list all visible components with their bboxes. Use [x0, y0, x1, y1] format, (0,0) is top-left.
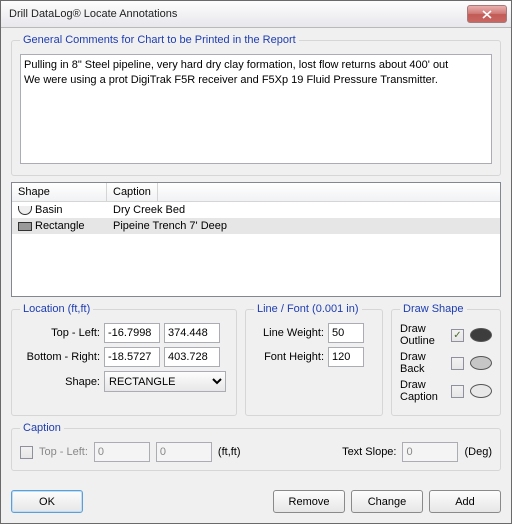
bottom-right-x-input[interactable] [104, 347, 160, 367]
location-legend: Location (ft,ft) [20, 303, 93, 315]
draw-outline-checkbox[interactable]: ✓ [451, 329, 464, 342]
caption-x-input [94, 442, 150, 462]
window-title: Drill DataLog® Locate Annotations [9, 8, 467, 20]
cell-caption: Pipeine Trench 7' Deep [107, 218, 234, 234]
draw-back-checkbox[interactable] [451, 357, 464, 370]
client-area: General Comments for Chart to be Printed… [1, 28, 511, 486]
basin-icon [18, 206, 32, 215]
font-height-input[interactable] [328, 347, 364, 367]
line-weight-label: Line Weight: [254, 327, 324, 339]
ok-button[interactable]: OK [11, 490, 83, 513]
dialog-window: Drill DataLog® Locate Annotations Genera… [0, 0, 512, 524]
text-slope-label: Text Slope: [342, 446, 396, 458]
comments-legend: General Comments for Chart to be Printed… [20, 34, 299, 46]
draw-caption-label: Draw Caption [400, 379, 445, 403]
button-bar: OK Remove Change Add [1, 486, 511, 523]
comments-textarea[interactable] [20, 54, 492, 164]
top-left-label: Top - Left: [20, 327, 100, 339]
rectangle-icon [18, 222, 32, 231]
text-slope-input [402, 442, 458, 462]
top-left-y-input[interactable] [164, 323, 220, 343]
draw-back-label: Draw Back [400, 351, 445, 375]
bottom-right-y-input[interactable] [164, 347, 220, 367]
caption-topleft-checkbox[interactable] [20, 446, 33, 459]
caption-color-swatch[interactable] [470, 384, 492, 398]
col-header-caption[interactable]: Caption [107, 183, 158, 201]
comments-group: General Comments for Chart to be Printed… [11, 34, 501, 176]
table-body: Basin Dry Creek Bed Rectangle Pipeine Tr… [12, 202, 500, 234]
drawshape-legend: Draw Shape [400, 303, 467, 315]
table-header: Shape Caption [12, 183, 500, 202]
caption-legend: Caption [20, 422, 64, 434]
drawshape-group: Draw Shape Draw Outline ✓ Draw Back Draw… [391, 303, 501, 416]
table-row[interactable]: Rectangle Pipeine Trench 7' Deep [12, 218, 500, 234]
draw-caption-checkbox[interactable] [451, 385, 464, 398]
back-color-swatch[interactable] [470, 356, 492, 370]
font-height-label: Font Height: [254, 351, 324, 363]
cell-shape: Rectangle [35, 220, 85, 232]
outline-color-swatch[interactable] [470, 328, 492, 342]
linefont-group: Line / Font (0.001 in) Line Weight: Font… [245, 303, 383, 416]
change-button[interactable]: Change [351, 490, 423, 513]
caption-unit: (ft,ft) [218, 446, 241, 458]
slope-unit: (Deg) [464, 446, 492, 458]
remove-button[interactable]: Remove [273, 490, 345, 513]
top-left-x-input[interactable] [104, 323, 160, 343]
caption-y-input [156, 442, 212, 462]
line-weight-input[interactable] [328, 323, 364, 343]
annotations-table[interactable]: Shape Caption Basin Dry Creek Bed Rectan… [11, 182, 501, 297]
caption-tl-label: Top - Left: [39, 446, 88, 458]
cell-caption: Dry Creek Bed [107, 202, 192, 218]
close-icon [482, 10, 492, 19]
shape-label: Shape: [20, 376, 100, 388]
bottom-right-label: Bottom - Right: [20, 351, 100, 363]
add-button[interactable]: Add [429, 490, 501, 513]
location-group: Location (ft,ft) Top - Left: Bottom - Ri… [11, 303, 237, 416]
draw-outline-label: Draw Outline [400, 323, 445, 347]
table-row[interactable]: Basin Dry Creek Bed [12, 202, 500, 218]
close-button[interactable] [467, 5, 507, 23]
cell-shape: Basin [35, 204, 63, 216]
titlebar: Drill DataLog® Locate Annotations [1, 1, 511, 28]
col-header-shape[interactable]: Shape [12, 183, 107, 201]
shape-select[interactable]: RECTANGLE [104, 371, 226, 392]
mid-panel: Location (ft,ft) Top - Left: Bottom - Ri… [11, 303, 501, 416]
linefont-legend: Line / Font (0.001 in) [254, 303, 362, 315]
caption-group: Caption Top - Left: (ft,ft) Text Slope: … [11, 422, 501, 471]
